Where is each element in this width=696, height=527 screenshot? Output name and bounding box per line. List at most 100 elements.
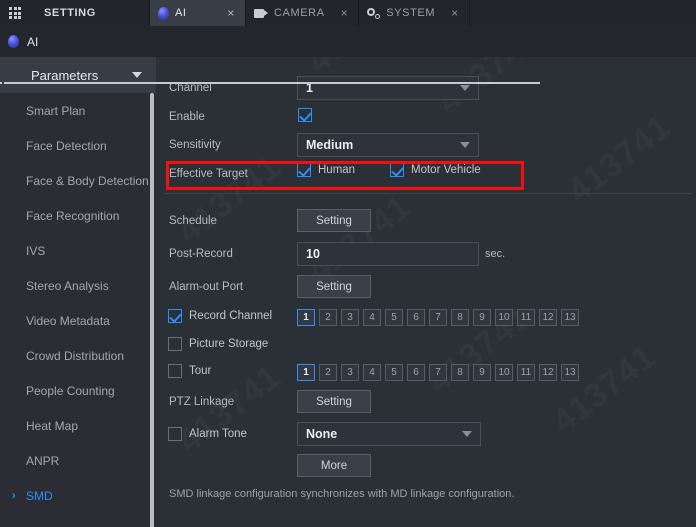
record-channel-1[interactable]: 1 [297,309,315,326]
sidebar-item-label: Face & Body Detection [26,173,149,188]
tab-camera-close-icon[interactable]: × [341,7,349,19]
sidebar-item-label: Stereo Analysis [26,278,109,293]
apps-grid-icon [9,7,21,19]
sidebar-item-label: SMD [26,488,53,503]
tour-channel-9[interactable]: 9 [473,364,491,381]
tab-ai-label: AI [175,7,187,19]
sidebar-list: Smart Plan Face Detection Face & Body De… [0,93,156,527]
record-channel-6[interactable]: 6 [407,309,425,326]
effective-target-motor-vehicle[interactable]: Motor Vehicle [390,163,481,177]
record-channel-buttons: 1 2 3 4 5 6 7 8 9 10 11 12 13 [297,309,579,326]
record-channel-11[interactable]: 11 [517,309,535,326]
effective-target-label: Effective Target [169,168,248,180]
record-channel-8[interactable]: 8 [451,309,469,326]
tour-channel-3[interactable]: 3 [341,364,359,381]
tour-channel-11[interactable]: 11 [517,364,535,381]
tab-setting[interactable]: SETTING [30,0,150,26]
sidebar-item-label: Face Recognition [26,208,120,223]
list-icon [0,70,540,84]
sensitivity-select[interactable]: Medium [297,133,479,157]
tour-row[interactable]: Tour [168,364,211,378]
post-record-unit: sec. [485,248,506,260]
tour-channel-5[interactable]: 5 [385,364,403,381]
sidebar-item-smart-plan[interactable]: Smart Plan [0,93,156,128]
alarm-tone-select[interactable]: None [297,422,481,446]
sidebar-item-label: Smart Plan [26,103,86,118]
tab-system[interactable]: SYSTEM × [359,0,470,26]
tab-ai[interactable]: AI × [150,0,246,26]
sidebar-item-video-metadata[interactable]: Video Metadata [0,303,156,338]
tab-setting-label: SETTING [44,7,96,19]
sidebar-item-ivs[interactable]: IVS [0,233,156,268]
record-channel-13[interactable]: 13 [561,309,579,326]
sidebar-item-heat-map[interactable]: Heat Map [0,408,156,443]
record-channel-2[interactable]: 2 [319,309,337,326]
sidebar-item-label: Crowd Distribution [26,348,125,363]
alarm-tone-label: Alarm Tone [189,428,247,440]
linkage-note: SMD linkage configuration synchronizes w… [169,488,515,500]
tour-channel-6[interactable]: 6 [407,364,425,381]
picture-storage-row[interactable]: Picture Storage [168,337,268,351]
record-channel-7[interactable]: 7 [429,309,447,326]
human-checkbox[interactable] [297,163,311,177]
picture-storage-checkbox[interactable] [168,337,182,351]
sidebar-item-label: Face Detection [26,138,107,153]
schedule-setting-button[interactable]: Setting [297,209,371,232]
sidebar-header-parameters[interactable]: Parameters [0,57,540,93]
record-channel-checkbox[interactable] [168,309,182,323]
record-channel-5[interactable]: 5 [385,309,403,326]
sidebar-item-crowd-distribution[interactable]: Crowd Distribution [0,338,156,373]
enable-checkbox[interactable] [298,108,312,122]
tour-channel-7[interactable]: 7 [429,364,447,381]
record-channel-9[interactable]: 9 [473,309,491,326]
sensitivity-select-value: Medium [306,138,354,152]
app-window: 413741 413741 413741 413741 413741 41374… [0,0,696,527]
post-record-label: Post-Record [169,248,233,260]
sidebar-item-label: IVS [26,243,46,258]
record-channel-10[interactable]: 10 [495,309,513,326]
tab-camera[interactable]: CAMERA × [246,0,360,26]
schedule-label: Schedule [169,215,217,227]
tour-checkbox[interactable] [168,364,182,378]
alarm-tone-checkbox[interactable] [168,427,182,441]
tab-ai-close-icon[interactable]: × [227,7,235,19]
tour-channel-2[interactable]: 2 [319,364,337,381]
tour-channel-10[interactable]: 10 [495,364,513,381]
sidebar-scrollbar-thumb[interactable] [150,93,154,527]
alarm-out-port-setting-button[interactable]: Setting [297,275,371,298]
schedule-setting-button-label: Setting [316,214,352,227]
more-button[interactable]: More [297,454,371,477]
sidebar-item-face-recognition[interactable]: Face Recognition [0,198,156,233]
sidebar-item-face-body-detection[interactable]: Face & Body Detection [0,163,156,198]
sidebar-item-smd[interactable]: › SMD [0,478,156,513]
tab-system-close-icon[interactable]: × [451,7,459,19]
alarm-tone-row[interactable]: Alarm Tone [168,427,247,441]
section-divider [164,193,692,194]
record-channel-row[interactable]: Record Channel [168,309,272,323]
sidebar-item-anpr[interactable]: ANPR [0,443,156,478]
tour-channel-1[interactable]: 1 [297,364,315,381]
more-button-label: More [320,459,348,472]
record-channel-4[interactable]: 4 [363,309,381,326]
alarm-tone-select-value: None [306,427,338,441]
motor-vehicle-checkbox[interactable] [390,163,404,177]
tour-channel-4[interactable]: 4 [363,364,381,381]
chevron-down-icon [462,431,472,437]
human-label: Human [318,164,356,176]
tour-channel-12[interactable]: 12 [539,364,557,381]
tour-channel-8[interactable]: 8 [451,364,469,381]
picture-storage-label: Picture Storage [189,338,269,350]
sidebar-item-people-counting[interactable]: People Counting [0,373,156,408]
sidebar-item-stereo-analysis[interactable]: Stereo Analysis [0,268,156,303]
alarm-out-port-label: Alarm-out Port [169,281,244,293]
effective-target-human[interactable]: Human [297,163,355,177]
post-record-input[interactable]: 10 [297,242,479,266]
ptz-linkage-setting-button[interactable]: Setting [297,390,371,413]
record-channel-3[interactable]: 3 [341,309,359,326]
apps-grid-button[interactable] [0,0,30,26]
sidebar-item-face-detection[interactable]: Face Detection [0,128,156,163]
record-channel-12[interactable]: 12 [539,309,557,326]
ptz-linkage-setting-button-label: Setting [316,395,352,408]
tour-channel-13[interactable]: 13 [561,364,579,381]
ai-orb-icon [158,6,169,20]
